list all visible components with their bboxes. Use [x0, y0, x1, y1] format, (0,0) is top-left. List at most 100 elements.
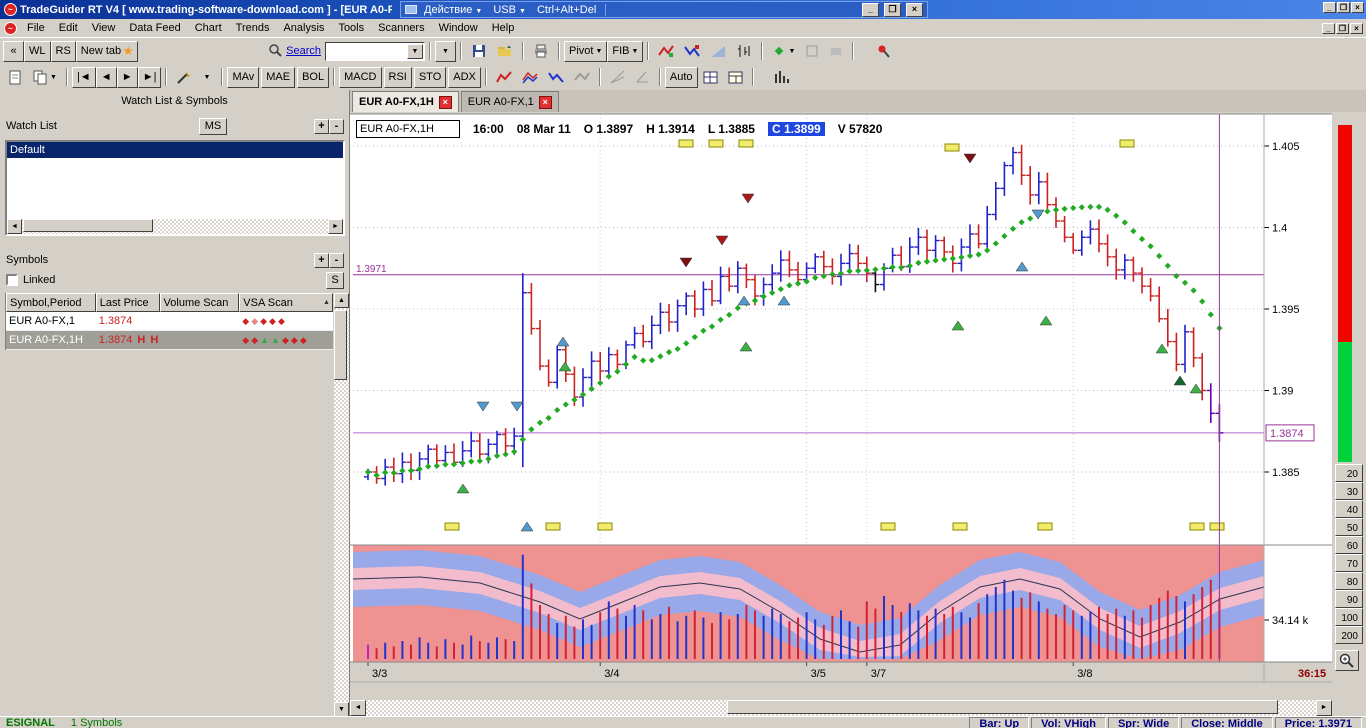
menu-file[interactable]: File [20, 20, 52, 36]
tab-close-button[interactable]: × [539, 96, 552, 109]
scale-80-button[interactable]: 80 [1335, 572, 1363, 590]
watchlist-remove-button[interactable]: - [329, 119, 344, 134]
symbol-remove-button[interactable]: - [329, 253, 344, 268]
pin-button[interactable] [872, 41, 896, 62]
menu-trends[interactable]: Trends [229, 20, 277, 36]
host-close-button[interactable]: × [1351, 2, 1364, 13]
menu-window[interactable]: Window [432, 20, 485, 36]
export-folder-button[interactable] [492, 41, 518, 62]
scale-40-button[interactable]: 40 [1335, 500, 1363, 518]
diamond-indicator-button[interactable]: ▼ [767, 41, 800, 62]
chart-tab-eur-a0-fx-1[interactable]: EUR A0-FX,1× [461, 91, 559, 112]
panel-vscrollbar[interactable]: ▲ ▼ [334, 293, 349, 717]
zoom-button[interactable] [1335, 650, 1359, 671]
scale-100-button[interactable]: 100 [1335, 608, 1363, 626]
volume-histogram-icon[interactable] [768, 67, 794, 88]
tab-close-button[interactable]: × [439, 96, 452, 109]
mdi-minimize-button[interactable]: _ [1322, 23, 1335, 34]
symbol-add-button[interactable]: + [314, 253, 329, 268]
watchlist-item[interactable]: Default [7, 142, 343, 158]
restore-button[interactable]: ❐ [884, 3, 901, 17]
linked-checkbox[interactable] [6, 274, 18, 286]
ms-button[interactable]: MS [199, 118, 227, 135]
indicator-macd-button[interactable]: MACD [339, 67, 381, 88]
print-button[interactable] [528, 41, 554, 62]
new-tab-button[interactable]: New tab [76, 41, 138, 62]
copy-chart-icon[interactable]: ▼ [27, 67, 62, 88]
new-chart-icon[interactable] [3, 67, 27, 88]
menu-data-feed[interactable]: Data Feed [122, 20, 187, 36]
mdi-restore-button[interactable]: ❐ [1336, 23, 1349, 34]
chart-scrollbar-thumb[interactable] [727, 700, 1278, 714]
vm-action-menu[interactable]: Действие ▼ [420, 4, 486, 16]
fib-button[interactable]: FIB▼ [607, 41, 643, 62]
save-button[interactable] [466, 41, 492, 62]
scrollbar-track[interactable] [22, 219, 328, 234]
indicator-mae-button[interactable]: MAE [261, 67, 295, 88]
shade-tool-icon[interactable] [705, 41, 731, 62]
dropdown-button[interactable]: ▼ [435, 41, 456, 62]
close-button[interactable]: × [906, 3, 923, 17]
indicator-adx-button[interactable]: ADX [448, 67, 481, 88]
scroll-down-button[interactable]: ▼ [334, 702, 349, 717]
combobox-arrow-icon[interactable]: ▼ [407, 44, 423, 59]
column-header-last-price[interactable]: Last Price [96, 293, 160, 312]
collapse-panel-button[interactable]: « [3, 41, 24, 62]
indicator-mav-button[interactable]: MAv [227, 67, 259, 88]
grid-layout2-icon[interactable] [723, 67, 748, 88]
trend-dual-icon[interactable] [517, 67, 543, 88]
indicator-bol-button[interactable]: BOL [297, 67, 329, 88]
search-link[interactable]: Search [286, 45, 321, 57]
chart-scroll-left-button[interactable]: ◄ [350, 700, 366, 716]
menu-tools[interactable]: Tools [331, 20, 371, 36]
chart-symbol-box[interactable]: EUR A0-FX,1H [356, 120, 460, 138]
trend-down-icon[interactable] [543, 67, 569, 88]
scale-30-button[interactable]: 30 [1335, 482, 1363, 500]
title-bar[interactable]: ~ TradeGuider RT V4 [ www.trading-softwa… [0, 0, 1366, 19]
scale-60-button[interactable]: 60 [1335, 536, 1363, 554]
auto-scale-button[interactable]: Auto [665, 67, 698, 88]
scroll-right-button[interactable]: ► [328, 219, 343, 234]
scrollbar-thumb[interactable] [23, 219, 153, 232]
vm-ctrl-alt-del-button[interactable]: Ctrl+Alt+Del [533, 4, 600, 16]
indicator-sto-button[interactable]: STO [414, 67, 446, 88]
scale-90-button[interactable]: 90 [1335, 590, 1363, 608]
menu-chart[interactable]: Chart [188, 20, 229, 36]
menu-view[interactable]: View [85, 20, 123, 36]
symbol-row[interactable]: EUR A0-FX,11.3874◆◆◆◆◆ [6, 312, 333, 331]
watchlist-hscrollbar[interactable]: ◄ ► [7, 219, 343, 234]
scale-50-button[interactable]: 50 [1335, 518, 1363, 536]
host-minimize-button[interactable]: _ [1323, 2, 1336, 13]
vscrollbar-track[interactable] [334, 308, 349, 702]
scale-70-button[interactable]: 70 [1335, 554, 1363, 572]
wl-button[interactable]: WL [24, 41, 51, 62]
vm-usb-menu[interactable]: USB ▼ [489, 4, 530, 16]
s-button[interactable]: S [326, 272, 344, 289]
mdi-close-button[interactable]: × [1350, 23, 1363, 34]
scroll-up-button[interactable]: ▲ [334, 293, 349, 308]
menu-scanners[interactable]: Scanners [371, 20, 431, 36]
pivot-button[interactable]: Pivot▼ [564, 41, 607, 62]
symbol-row[interactable]: EUR A0-FX,1H1.3874HH◆◆▲▲◆◆◆ [6, 331, 333, 350]
chart-hscrollbar[interactable]: ◄ ► [350, 700, 1332, 716]
scan-buy-icon[interactable] [653, 41, 679, 62]
vscrollbar-thumb[interactable] [334, 310, 347, 380]
grid-layout-icon[interactable] [698, 67, 723, 88]
indicator-rsi-button[interactable]: RSI [384, 67, 412, 88]
rs-button[interactable]: RS [51, 41, 76, 62]
first-bar-button[interactable]: |◄ [72, 67, 96, 88]
chart-scroll-right-button[interactable]: ► [1316, 700, 1332, 716]
scroll-left-button[interactable]: ◄ [7, 219, 22, 234]
scale-20-button[interactable]: 20 [1335, 464, 1363, 482]
minimize-button[interactable]: _ [862, 3, 879, 17]
price-chart[interactable]: 1.4051.41.3951.391.3853/33/43/53/73/836:… [350, 112, 1332, 700]
last-bar-button[interactable]: ►| [138, 67, 162, 88]
scale-200-button[interactable]: 200 [1335, 626, 1363, 644]
column-header-vsa-scan[interactable]: VSA Scan▲ [239, 293, 333, 312]
next-bar-button[interactable]: ► [117, 67, 138, 88]
menu-edit[interactable]: Edit [52, 20, 85, 36]
menu-help[interactable]: Help [485, 20, 522, 36]
trend-up-icon[interactable] [491, 67, 517, 88]
host-restore-button[interactable]: ❐ [1337, 2, 1350, 13]
chart-scrollbar-track[interactable] [366, 700, 1316, 716]
